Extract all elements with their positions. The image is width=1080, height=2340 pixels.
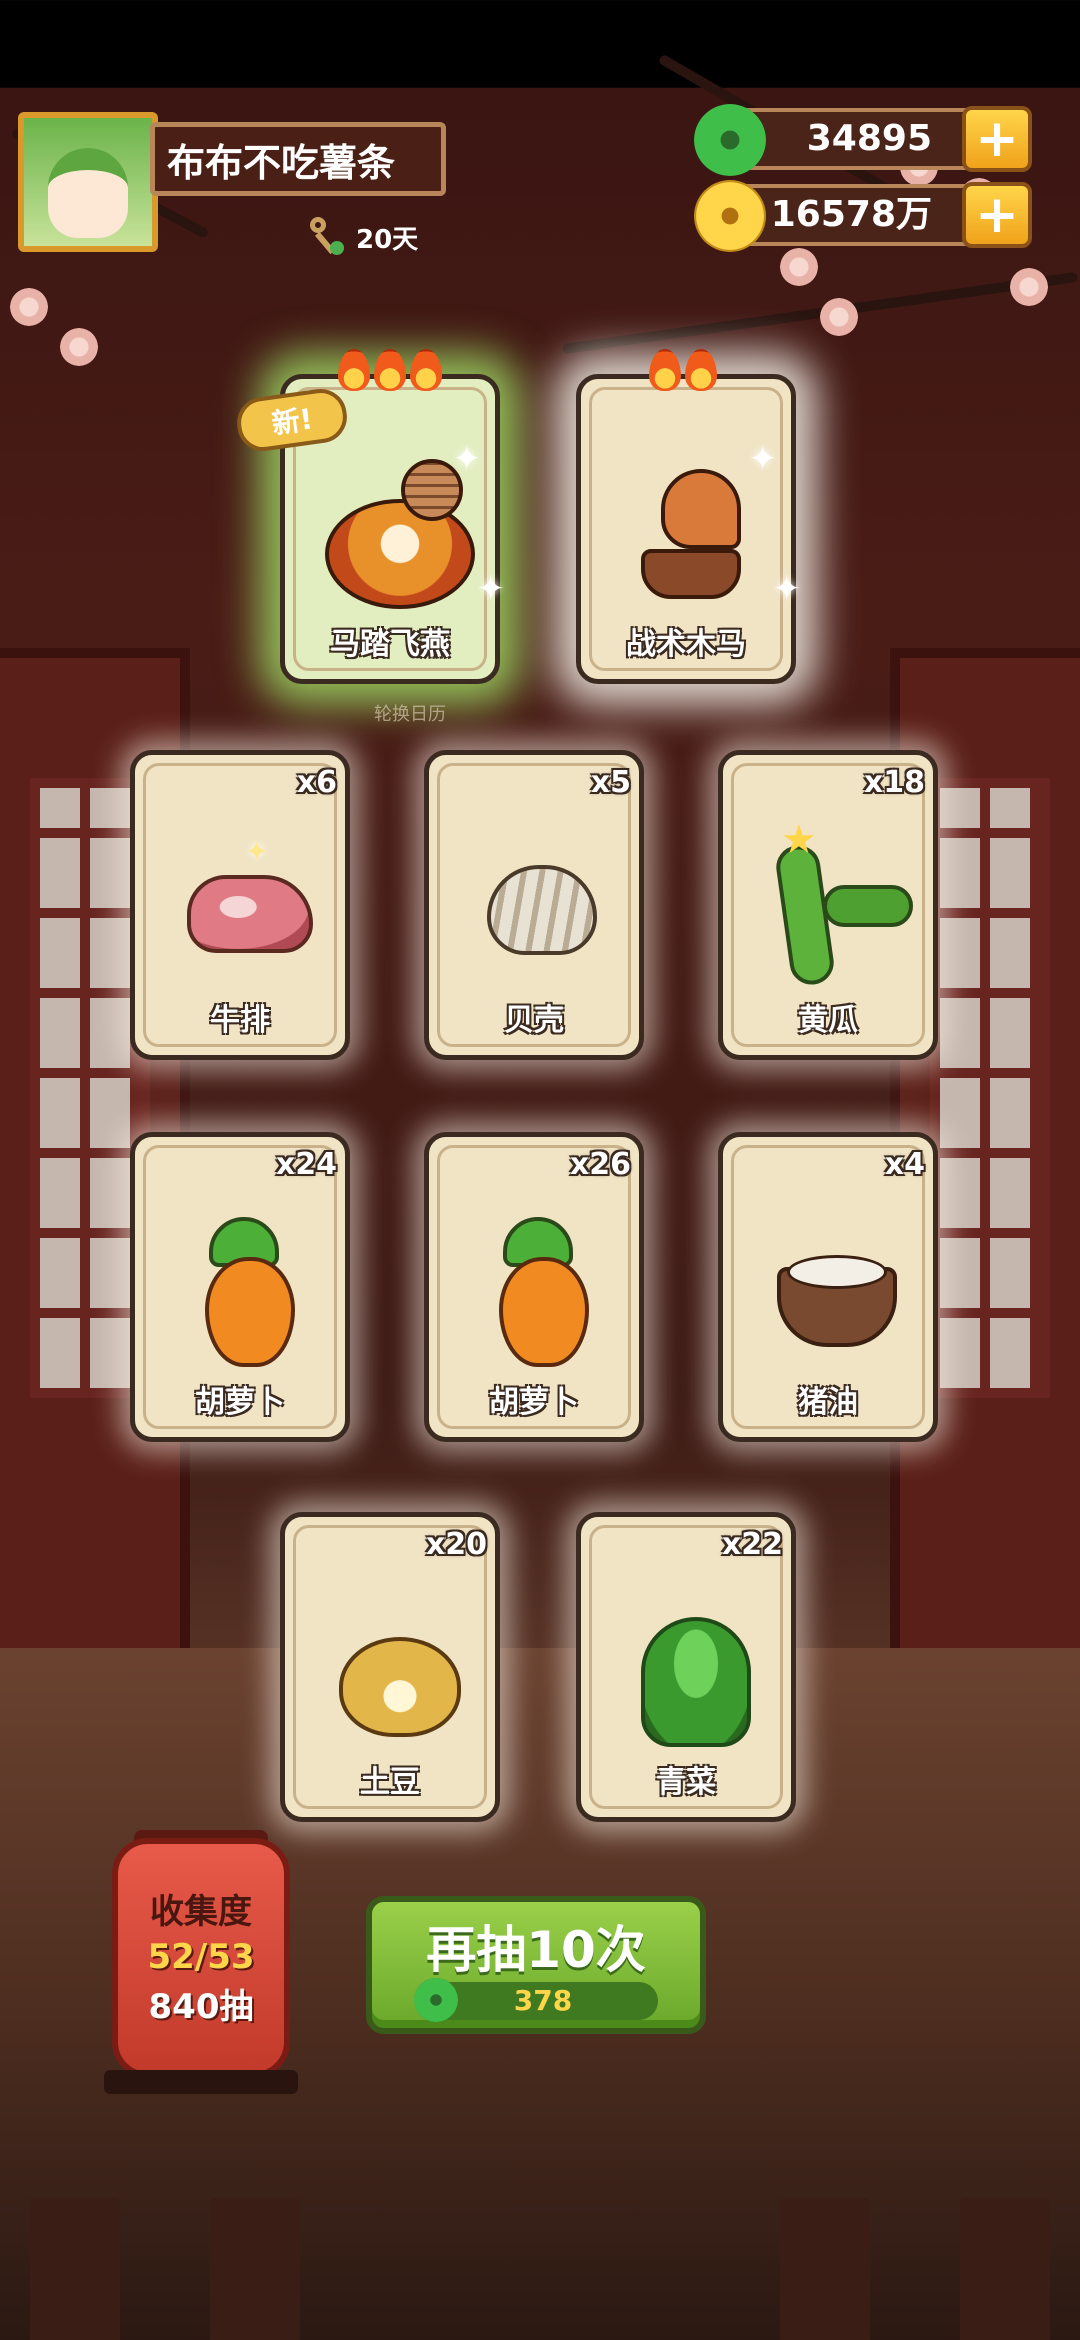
streak-days: 20天 <box>356 224 419 255</box>
player-avatar[interactable] <box>18 112 158 252</box>
draw-cost-value: 378 <box>513 1984 573 2017</box>
card-label: 猪油 <box>798 1385 858 1420</box>
card-count: x20 <box>425 1527 487 1562</box>
card-shell[interactable]: x5 贝壳 <box>424 750 644 1060</box>
carrot-icon <box>469 1217 609 1367</box>
card-lard[interactable]: x4 猪油 <box>718 1132 938 1442</box>
blossom <box>820 298 858 336</box>
card-label: 马踏飞燕 <box>330 627 450 662</box>
jade-coin-icon <box>414 1978 458 2022</box>
horse-flying-swallow-dish-icon <box>325 459 475 609</box>
collection-lantern[interactable]: 收集度 52/53 840抽 <box>112 1838 290 2078</box>
card-label: 胡萝卜 <box>489 1385 579 1420</box>
avatar-character <box>48 148 128 238</box>
key-icon <box>306 215 350 259</box>
card-count: x24 <box>275 1147 337 1182</box>
lard-bowl-icon <box>763 1217 903 1357</box>
card-label: 土豆 <box>360 1765 420 1800</box>
fence-post <box>780 2198 870 2340</box>
sparkle-icon: ✦ <box>245 835 269 868</box>
add-gold-button[interactable]: + <box>962 182 1032 248</box>
draw-button-label: 再抽10次 <box>426 1921 646 1979</box>
jade-amount: 34895 <box>806 118 932 159</box>
card-label: 贝壳 <box>504 1003 564 1038</box>
card-label: 青菜 <box>656 1765 716 1800</box>
flame-icon <box>685 349 717 391</box>
gold-currency-bar: 16578万 + <box>694 180 1032 252</box>
flame-icon <box>338 349 370 391</box>
card-count: x22 <box>721 1527 783 1562</box>
card-greens[interactable]: x22 青菜 <box>576 1512 796 1822</box>
gold-coin-icon <box>694 180 766 252</box>
blossom-branch <box>561 271 1079 355</box>
add-jade-button[interactable]: + <box>962 106 1032 172</box>
rarity-flames <box>285 349 495 391</box>
carrot-icon <box>175 1217 315 1367</box>
lantern-stand <box>104 2070 298 2094</box>
blossom <box>780 248 818 286</box>
featured-card-2[interactable]: ✦ ✦ 战术木马 <box>576 349 801 684</box>
rotation-calendar-label: 轮换日历 <box>374 704 446 725</box>
fence-post <box>210 2198 300 2340</box>
rarity-flames <box>581 349 791 391</box>
wooden-horse-icon <box>621 459 761 599</box>
card-potato[interactable]: x20 土豆 <box>280 1512 500 1822</box>
sparkle-icon: ✦ <box>452 439 482 479</box>
collection-title: 收集度 <box>150 1892 252 1932</box>
flame-icon <box>410 349 442 391</box>
sparkle-icon: ✦ <box>476 569 506 609</box>
blossom <box>1010 268 1048 306</box>
draw-again-button[interactable]: 再抽10次 378 <box>366 1896 706 2034</box>
card-label: 牛排 <box>210 1003 270 1038</box>
cucumber-icon: ★ <box>763 817 913 988</box>
potato-icon <box>325 1597 465 1737</box>
fence-post <box>960 2198 1050 2340</box>
featured-card-1[interactable]: 新! ✦ ✦ 马踏飞燕 <box>233 349 505 684</box>
card-count: x26 <box>569 1147 631 1182</box>
flame-icon <box>374 349 406 391</box>
card-carrot[interactable]: x26 胡萝卜 <box>424 1132 644 1442</box>
card-count: x18 <box>863 765 925 800</box>
total-draws: 840抽 <box>148 1987 254 2027</box>
clam-shell-icon <box>469 835 609 975</box>
player-name: 布布不吃薯条 <box>150 122 446 196</box>
blossom <box>60 328 98 366</box>
sparkle-icon: ✦ <box>772 569 802 609</box>
card-label: 黄瓜 <box>798 1003 858 1038</box>
window-lattice <box>930 778 1050 1398</box>
login-streak: 20天 <box>306 212 418 262</box>
card-label: 战术木马 <box>626 627 746 662</box>
gold-amount: 16578万 <box>770 194 932 235</box>
card-cucumber[interactable]: x18 ★ 黄瓜 <box>718 750 938 1060</box>
fence-post <box>30 2198 120 2340</box>
sparkle-icon: ✦ <box>748 439 778 479</box>
bok-choy-icon <box>621 1597 761 1747</box>
card-label: 胡萝卜 <box>195 1385 285 1420</box>
card-steak[interactable]: x6 ✦ 牛排 <box>130 750 350 1060</box>
card-count: x6 <box>296 765 337 800</box>
draw-cost: 378 <box>414 1978 658 2022</box>
jade-coin-icon <box>694 104 766 176</box>
collection-progress: 52/53 <box>147 1937 255 1977</box>
flame-icon <box>649 349 681 391</box>
jade-currency-bar: 34895 + <box>694 104 1032 176</box>
blossom <box>10 288 48 326</box>
card-carrot[interactable]: x24 胡萝卜 <box>130 1132 350 1442</box>
card-count: x5 <box>590 765 631 800</box>
card-count: x4 <box>884 1147 925 1182</box>
